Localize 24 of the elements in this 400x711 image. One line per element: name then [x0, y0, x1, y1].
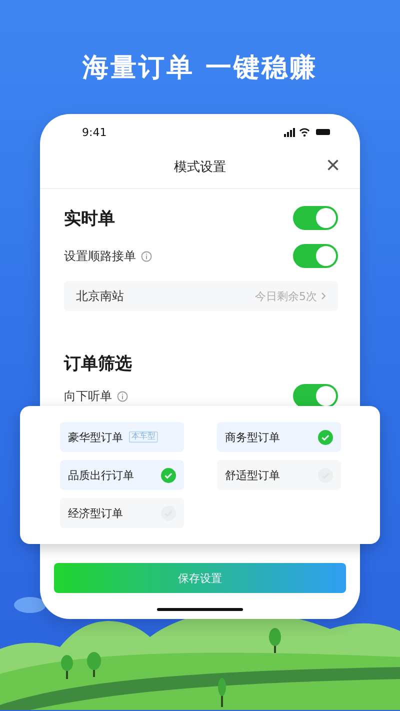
info-icon — [117, 390, 128, 402]
order-type-option[interactable]: 品质出行订单 — [60, 460, 184, 490]
status-icons — [284, 127, 332, 137]
status-time: 9:41 — [82, 126, 107, 138]
station-selector[interactable]: 北京南站 今日剩余5次 — [64, 281, 338, 311]
station-name: 北京南站 — [76, 288, 124, 304]
order-type-option[interactable]: 豪华型订单 本车型 — [60, 422, 184, 452]
info-icon — [141, 250, 152, 262]
headline: 海量订单 一键稳赚 — [82, 52, 318, 85]
section-title: 订单筛选 — [64, 352, 132, 374]
toggle-switch[interactable] — [293, 206, 338, 230]
toggle-switch[interactable] — [293, 244, 338, 268]
setting-label: 向下听单 — [64, 388, 112, 404]
section-title: 实时单 — [64, 208, 115, 230]
close-button[interactable]: × — [326, 154, 340, 178]
screen-title: 模式设置 — [174, 159, 226, 176]
order-type-option[interactable]: 经济型订单 — [60, 498, 184, 528]
setting-label: 设置顺路接单 — [64, 248, 136, 264]
toggle-switch[interactable] — [293, 384, 338, 408]
vehicle-tag: 本车型 — [129, 431, 158, 443]
remaining-count: 今日剩余5次 — [255, 288, 317, 304]
chevron-icon — [321, 292, 326, 300]
order-type-option[interactable]: 商务型订单 — [217, 422, 341, 452]
order-type-option[interactable]: 舒适型订单 — [217, 460, 341, 490]
